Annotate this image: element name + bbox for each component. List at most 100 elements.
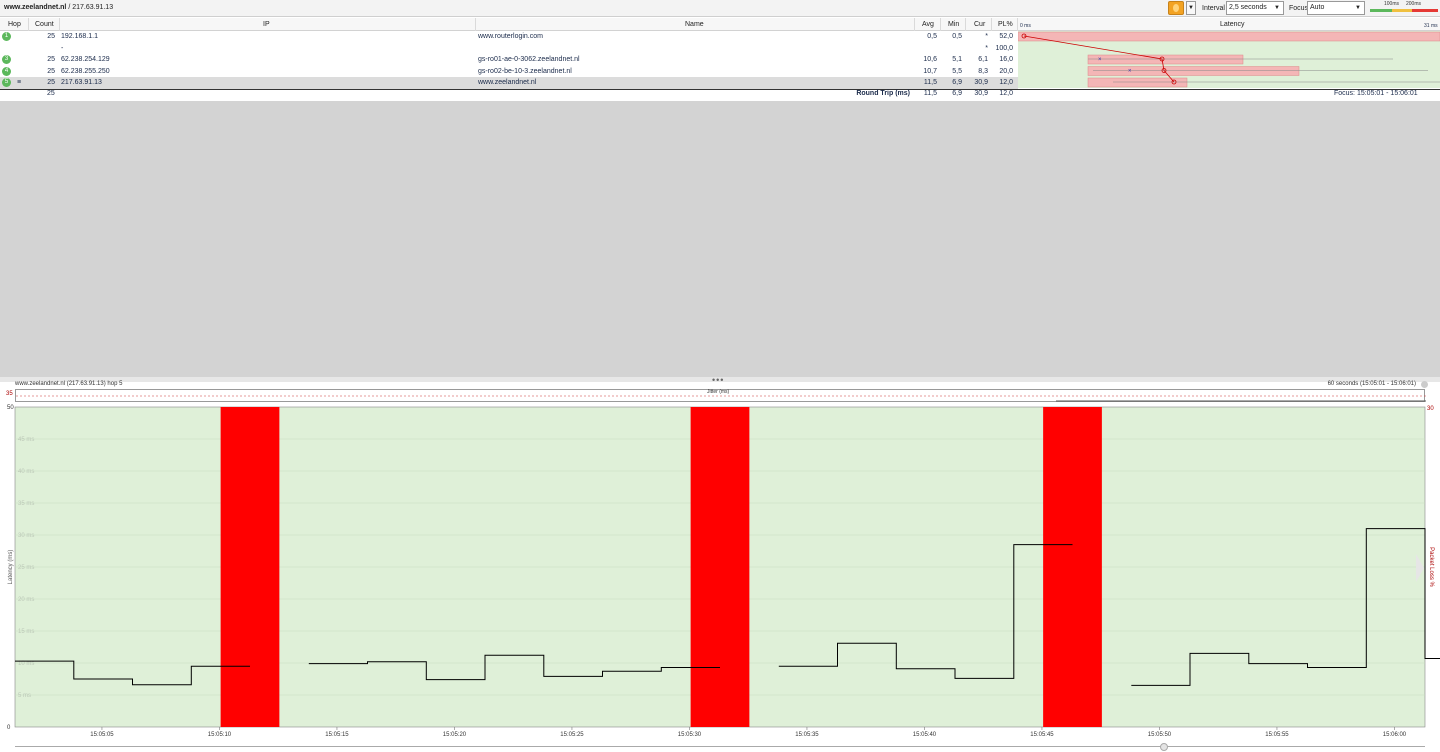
packet-loss-bar bbox=[220, 407, 280, 727]
cell-name: gs-ro01-ae-0-3062.zeelandnet.nl bbox=[478, 56, 580, 63]
y-tick-label: 10 ms bbox=[18, 661, 34, 667]
cell-min: 5,1 bbox=[952, 56, 962, 63]
latency-bar-hop-1 bbox=[1017, 31, 1440, 42]
cell-cur: 8,3 bbox=[978, 67, 988, 75]
x-tick-label: 15:05:45 bbox=[1030, 732, 1054, 738]
cell-count: 25 bbox=[47, 67, 55, 75]
pause-dropdown-button[interactable]: ▼ bbox=[1186, 1, 1196, 15]
chevron-down-icon: ▼ bbox=[1355, 5, 1361, 11]
latency-bars-svg: ×× bbox=[1017, 31, 1440, 88]
cell-avg: 11,5 bbox=[923, 79, 937, 86]
col-latency[interactable]: Latency bbox=[1220, 21, 1245, 28]
summary-label: Round Trip (ms) bbox=[856, 90, 910, 97]
cell-ip: - bbox=[61, 44, 64, 52]
x-tick-label: 15:05:05 bbox=[90, 732, 114, 738]
cell-min: 0,5 bbox=[952, 33, 962, 40]
cell-min: 6,9 bbox=[952, 79, 962, 86]
hop-status-icon: 1 bbox=[2, 32, 11, 41]
table-row[interactable]: 1 25 192.168.1.1 www.routerlogin.com 0,5 0,5 *… bbox=[0, 31, 1018, 43]
y-tick-label: 35 ms bbox=[18, 501, 34, 507]
splitter-grip-icon[interactable]: ••• bbox=[712, 375, 724, 385]
y-tick-label: 5 ms bbox=[18, 693, 31, 699]
summary-avg: 11,5 bbox=[923, 90, 937, 97]
cell-pl: 100,0 bbox=[995, 44, 1013, 52]
timeline-scroll-thumb[interactable] bbox=[1160, 743, 1168, 751]
y2-max-label: 30 bbox=[1427, 406, 1434, 412]
summary-cur: 30,9 bbox=[974, 90, 988, 97]
col-name[interactable]: Name bbox=[685, 21, 704, 28]
cell-name: www.routerlogin.com bbox=[478, 33, 543, 40]
cell-count: 25 bbox=[47, 56, 55, 63]
col-cur[interactable]: Cur bbox=[974, 21, 985, 28]
summary-pl: 12,0 bbox=[999, 90, 1013, 97]
table-row[interactable]: 5 ≡ 25 217.63.91.13 www.zeelandnet.nl 11,5 6,9… bbox=[0, 77, 1018, 89]
x-tick-label: 15:05:35 bbox=[795, 732, 819, 738]
y-tick-label: 50 bbox=[7, 405, 14, 411]
packet-loss-bar bbox=[690, 407, 750, 727]
empty-panel bbox=[0, 101, 1440, 377]
cell-cur: * bbox=[985, 33, 988, 40]
table-row[interactable]: 4 25 62.238.255.250 gs-ro02-be-10-3.zeeland… bbox=[0, 66, 1018, 78]
cell-cur: * bbox=[985, 44, 988, 52]
x-tick-label: 15:05:20 bbox=[443, 732, 467, 738]
x-tick-label: 15:06:00 bbox=[1383, 732, 1407, 738]
jitter-max: 35 bbox=[6, 391, 13, 397]
col-pl[interactable]: PL% bbox=[998, 21, 1013, 28]
y-tick-label: 45 ms bbox=[18, 437, 34, 443]
col-count[interactable]: Count bbox=[35, 21, 54, 28]
cell-avg: 10,6 bbox=[923, 56, 937, 63]
focus-select[interactable]: Auto ▼ bbox=[1307, 1, 1365, 15]
col-hop[interactable]: Hop bbox=[8, 21, 21, 28]
table-header: Hop Count IP Name Avg Min Cur PL% Latenc… bbox=[0, 18, 1440, 31]
x-tick-label: 15:05:40 bbox=[913, 732, 937, 738]
latency-bar-hop-4 bbox=[1087, 66, 1300, 76]
focus-label: Focus bbox=[1289, 5, 1309, 12]
table-row[interactable]: 3 25 62.238.254.129 gs-ro01-ae-0-3062.zeela… bbox=[0, 54, 1018, 66]
cell-cur: 6,1 bbox=[978, 56, 988, 63]
cell-pl: 20,0 bbox=[999, 67, 1013, 75]
pause-icon bbox=[1173, 4, 1179, 12]
hop-status-icon: 4 bbox=[2, 66, 11, 76]
target-title: www.zeelandnet.nl / 217.63.91.13 bbox=[4, 4, 114, 11]
y-tick-label: 0 bbox=[7, 725, 11, 731]
x-tick-label: 15:05:10 bbox=[208, 732, 232, 738]
summary-divider bbox=[0, 89, 1440, 90]
cell-ip: 217.63.91.13 bbox=[61, 79, 102, 86]
y-tick-label: 15 ms bbox=[18, 629, 34, 635]
col-ip[interactable]: IP bbox=[263, 21, 270, 28]
cell-cur: 30,9 bbox=[974, 79, 988, 86]
jitter-label: Jitter (ms) bbox=[707, 389, 730, 395]
scale-bad bbox=[1412, 9, 1438, 12]
summary-min: 6,9 bbox=[952, 90, 962, 97]
x-tick-label: 15:05:50 bbox=[1148, 732, 1172, 738]
timeline-scroll-track[interactable] bbox=[15, 746, 1425, 747]
time-range-menu-icon[interactable] bbox=[1421, 381, 1428, 388]
hop-table: Hop Count IP Name Avg Min Cur PL% Latenc… bbox=[0, 18, 1440, 97]
y-tick-label: 40 ms bbox=[18, 469, 34, 475]
cell-ip: 62.238.254.129 bbox=[61, 56, 110, 63]
summary-count: 25 bbox=[47, 90, 55, 97]
graph-title: www.zeelandnet.nl (217.63.91.13) hop 5 bbox=[15, 381, 123, 387]
summary-focus: Focus: 15:05:01 - 15:06:01 bbox=[1334, 90, 1418, 97]
latency-axis-min: 0 ms bbox=[1020, 23, 1031, 29]
x-tick-label: 15:05:30 bbox=[678, 732, 702, 738]
graph-time-range: 60 seconds (15:05:01 - 15:06:01) bbox=[1327, 381, 1416, 387]
x-tick-label: 15:05:25 bbox=[560, 732, 584, 738]
interval-select[interactable]: 2,5 seconds ▼ bbox=[1226, 1, 1284, 15]
latency-chart: 0 5 ms 10 ms 15 ms 20 ms 25 ms 30 ms 35 ms 40 ms… bbox=[7, 405, 1440, 738]
col-avg[interactable]: Avg bbox=[922, 21, 934, 28]
cell-name: gs-ro02-be-10-3.zeelandnet.nl bbox=[478, 67, 572, 75]
table-row[interactable]: - * 100,0 bbox=[0, 43, 1018, 55]
y-tick-label: 20 ms bbox=[18, 597, 34, 603]
avg-marker-hop-4: × bbox=[1128, 69, 1132, 75]
interval-label: Interval bbox=[1202, 5, 1225, 12]
pause-button[interactable] bbox=[1168, 1, 1184, 15]
chevron-down-icon: ▼ bbox=[1274, 5, 1280, 11]
hop-status-icon: 3 bbox=[2, 55, 11, 64]
cell-count: 25 bbox=[47, 33, 55, 40]
chevron-down-icon: ▼ bbox=[1188, 5, 1194, 11]
cell-pl: 52,0 bbox=[999, 33, 1013, 40]
graph-hop-icon[interactable]: ≡ bbox=[17, 79, 21, 86]
col-min[interactable]: Min bbox=[948, 21, 959, 28]
cell-pl: 12,0 bbox=[999, 79, 1013, 86]
